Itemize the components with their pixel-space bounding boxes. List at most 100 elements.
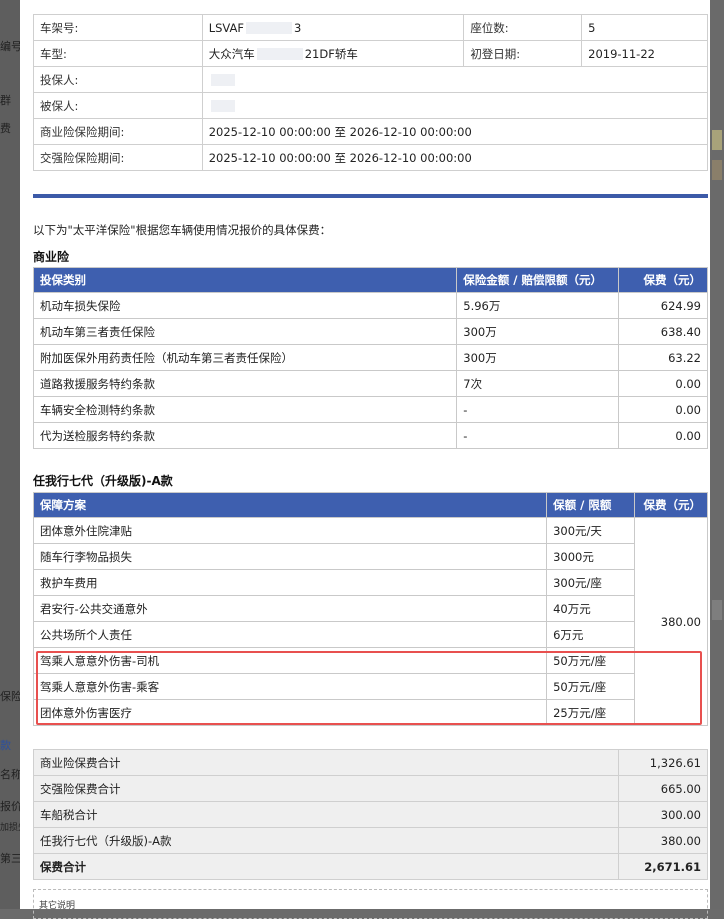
coverage-premium: 0.00: [618, 422, 708, 449]
vehicle-info-table: 车架号: LSVAF 3 座位数: 5 车型: 大众汽车 21DF轿车 初登日期: …: [33, 14, 709, 171]
column-header: 保额 / 限额: [546, 492, 636, 518]
table-row: 附加医保外用药责任险（机动车第三者责任保险） 300万 63.22: [32, 344, 708, 371]
left-cutoff-text: 第三: [0, 852, 20, 865]
policyholder-value: [201, 66, 709, 93]
plan-item-limit: 300元/座: [546, 569, 636, 596]
commercial-insurance-table: 投保类别 保险金额 / 赔偿限额（元） 保费（元） 机动车损失保险 5.96万 62…: [32, 267, 708, 449]
table-header-row: 保障方案 保额 / 限额 保费（元）: [32, 492, 708, 518]
column-header: 投保类别: [32, 267, 458, 293]
table-row: 机动车损失保险 5.96万 624.99: [32, 292, 708, 319]
plan-item-name: 救护车费用: [32, 569, 548, 596]
redaction-mask: [210, 74, 235, 86]
redaction-mask: [210, 100, 235, 112]
table-row: 任我行七代（升级版)-A款 380.00: [32, 827, 708, 854]
table-row: 君安行-公共交通意外 40万元: [32, 595, 708, 622]
section-divider: [33, 194, 708, 198]
table-row: 车型: 大众汽车 21DF轿车 初登日期: 2019-11-22: [33, 40, 708, 67]
highlight-annotation-box: [36, 651, 702, 725]
coverage-name: 代为送检服务特约条款: [32, 422, 458, 449]
compulsory-period-label: 交强险保险期间:: [33, 144, 203, 171]
coverage-name: 车辆安全检测特约条款: [32, 396, 458, 423]
commercial-period-label: 商业险保险期间:: [33, 118, 203, 145]
plan-item-limit: 3000元: [546, 543, 636, 570]
left-cutoff-text: 名称: [0, 768, 20, 781]
total-value: 2,671.61: [618, 853, 708, 880]
left-cutoff-text: 保险: [0, 690, 20, 703]
table-row: 道路救援服务特约条款 7次 0.00: [32, 370, 708, 397]
register-date-label: 初登日期:: [463, 40, 583, 67]
plan-item-name: 君安行-公共交通意外: [32, 595, 548, 622]
coverage-amount: -: [456, 396, 620, 423]
seats-label: 座位数:: [463, 14, 583, 41]
left-cutoff-text: 加损失: [0, 823, 20, 833]
background-block: [712, 130, 722, 150]
model-label: 车型:: [33, 40, 203, 67]
table-row: 交强险保险期间: 2025-12-10 00:00:00 至 2026-12-1…: [33, 144, 709, 171]
quote-intro: 以下为"太平洋保险"根据您车辆使用情况报价的具体保费：: [33, 223, 332, 237]
table-row: 车船税合计 300.00: [32, 801, 708, 828]
plan-item-name: 公共场所个人责任: [32, 621, 548, 648]
column-header: 保险金额 / 赔偿限额（元）: [456, 267, 620, 293]
coverage-name: 机动车损失保险: [32, 292, 458, 319]
vin-label: 车架号:: [33, 14, 203, 41]
plan-item-limit: 6万元: [546, 621, 636, 648]
left-cutoff-text: 编号: [0, 40, 20, 53]
premium-summary-table: 商业险保费合计 1,326.61 交强险保费合计 665.00 车船税合计 300.0…: [32, 749, 708, 880]
coverage-amount: -: [456, 422, 620, 449]
table-row: 保费合计 2,671.61: [32, 853, 708, 880]
plan-item-name: 团体意外住院津贴: [32, 517, 548, 544]
redaction-mask: [246, 22, 293, 34]
table-row: 交强险保费合计 665.00: [32, 775, 708, 802]
left-background-panel: 编号 群 费 保险 款 名称 报价损失 加损失 第三: [0, 0, 20, 909]
table-row: 代为送检服务特约条款 -0.00: [32, 422, 708, 449]
other-notes-box: 其它说明: [33, 889, 708, 919]
coverage-amount: 7次: [456, 370, 620, 397]
left-cutoff-text: 款: [0, 739, 11, 752]
table-row: 商业险保险期间: 2025-12-10 00:00:00 至 2026-12-1…: [33, 118, 709, 145]
model-value: 大众汽车 21DF轿车: [201, 40, 465, 67]
table-row: 投保人:: [33, 66, 709, 93]
coverage-name: 道路救援服务特约条款: [32, 370, 458, 397]
table-header-row: 投保类别 保险金额 / 赔偿限额（元） 保费（元）: [32, 267, 708, 293]
table-row: 车架号: LSVAF 3 座位数: 5: [33, 14, 708, 41]
background-block: [712, 600, 722, 620]
coverage-amount: 300万: [456, 318, 620, 345]
summary-label: 商业险保费合计: [32, 749, 620, 776]
left-cutoff-text: 群: [0, 94, 11, 107]
plan-section-title: 任我行七代（升级版)-A款: [33, 474, 173, 488]
redaction-mask: [256, 48, 303, 60]
coverage-amount: 300万: [456, 344, 620, 371]
coverage-name: 机动车第三者责任保险: [32, 318, 458, 345]
table-row: 机动车第三者责任保险 300万 638.40: [32, 318, 708, 345]
summary-value: 380.00: [618, 827, 708, 854]
background-block: [712, 160, 722, 180]
compulsory-period-value: 2025-12-10 00:00:00 至 2026-12-10 00:00:0…: [201, 144, 709, 171]
table-row: 被保人:: [33, 92, 709, 119]
table-row: 团体意外住院津贴 300元/天 380.00: [32, 517, 708, 726]
summary-value: 300.00: [618, 801, 708, 828]
coverage-premium: 638.40: [618, 318, 708, 345]
column-header: 保费（元）: [618, 267, 708, 293]
other-notes-label: 其它说明: [39, 901, 76, 911]
column-header: 保障方案: [32, 492, 548, 518]
column-header: 保费（元）: [634, 492, 708, 518]
insured-label: 被保人:: [33, 92, 203, 119]
vin-value: LSVAF 3: [201, 14, 465, 41]
table-row: 随车行李物品损失 3000元: [32, 543, 708, 570]
table-row: 公共场所个人责任 6万元: [32, 621, 708, 648]
plan-item-limit: 40万元: [546, 595, 636, 622]
coverage-premium: 624.99: [618, 292, 708, 319]
left-cutoff-text: 报价损失: [0, 800, 20, 813]
register-date-value: 2019-11-22: [581, 40, 708, 67]
summary-label: 车船税合计: [32, 801, 620, 828]
left-cutoff-text: 费: [0, 122, 11, 135]
coverage-amount: 5.96万: [456, 292, 620, 319]
policyholder-label: 投保人:: [33, 66, 203, 93]
summary-label: 任我行七代（升级版)-A款: [32, 827, 620, 854]
insured-value: [201, 92, 709, 119]
summary-value: 1,326.61: [618, 749, 708, 776]
summary-label: 交强险保费合计: [32, 775, 620, 802]
seats-value: 5: [581, 14, 708, 41]
right-background-panel: [710, 0, 724, 909]
coverage-premium: 0.00: [618, 370, 708, 397]
